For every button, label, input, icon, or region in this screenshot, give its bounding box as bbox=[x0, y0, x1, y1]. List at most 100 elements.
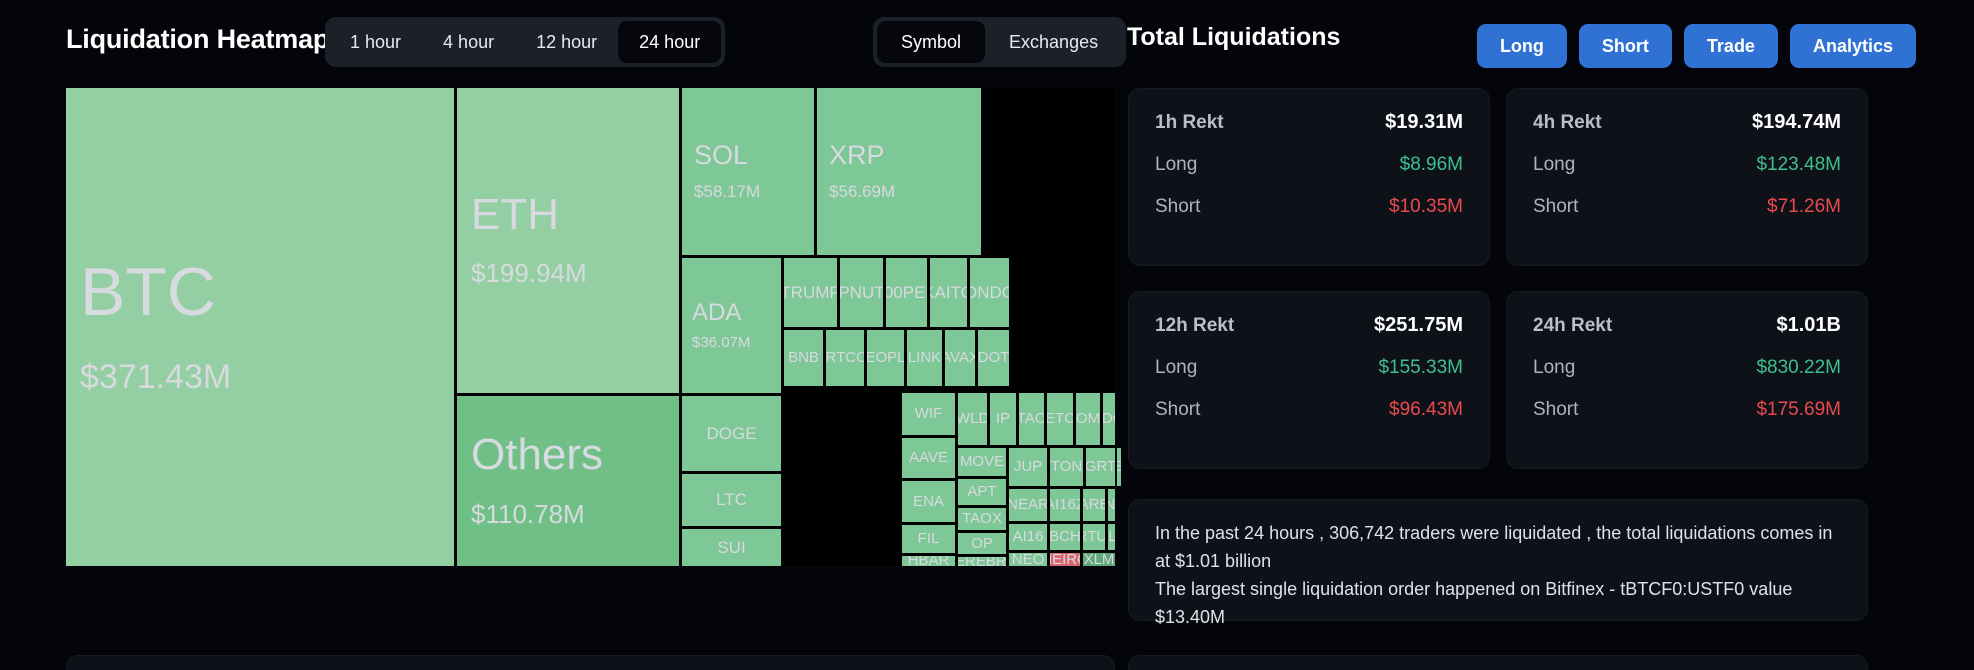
treemap-tile-etc[interactable]: ETC$3.70M bbox=[1047, 393, 1073, 445]
treemap-tile-1000pepe[interactable]: 1000PEPE$9.10M bbox=[886, 258, 927, 327]
treemap-tile-ltc[interactable]: LTC$18.30M bbox=[682, 474, 781, 526]
treemap-tile-sui[interactable]: SUI$13.90M bbox=[682, 529, 781, 566]
mode-symbol[interactable]: Symbol bbox=[877, 21, 985, 63]
tile-symbol: JUP bbox=[1014, 459, 1042, 475]
treemap-tile-apt[interactable]: APT$3.10M bbox=[958, 479, 1006, 505]
tile-symbol: TRUMP bbox=[784, 284, 837, 302]
treemap-tile-trump[interactable]: TRUMP$11.20M bbox=[784, 258, 837, 327]
treemap-tile-move[interactable]: MOVE$3.20M bbox=[958, 448, 1006, 476]
tile-symbol: ALT bbox=[1108, 529, 1115, 545]
tile-symbol: OP bbox=[971, 536, 993, 552]
treemap-tile-xrp[interactable]: XRP$56.69M bbox=[817, 88, 981, 255]
treemap-tile-sol[interactable]: SOL$58.17M bbox=[682, 88, 814, 255]
treemap-tile-wld[interactable]: WLD$4.20M bbox=[958, 393, 987, 445]
treemap-tile-fartcoin[interactable]: FARTCOIN$7.20M bbox=[826, 330, 864, 386]
treemap-tile-ena[interactable]: ENA$5.00M bbox=[902, 481, 955, 522]
treemap-tile-fil[interactable]: FIL$4.70M bbox=[902, 525, 955, 553]
treemap-tile-ai16[interactable]: AI16$1.90M bbox=[1009, 524, 1047, 550]
tile-symbol: BTC bbox=[80, 257, 440, 328]
analytics-button[interactable]: Analytics bbox=[1790, 24, 1916, 68]
treemap-tile-virtual[interactable]: VIRTUAL$1.80M bbox=[1083, 524, 1105, 550]
treemap-tile-wif[interactable]: WIF$5.60M bbox=[902, 393, 955, 435]
timeframe-selector[interactable]: 1 hour4 hour12 hour24 hour bbox=[325, 17, 725, 67]
treemap-tile-hbar[interactable]: HBAR$4.40M bbox=[902, 556, 955, 566]
treemap-tile-neiro[interactable]: NEIRO$1.65M bbox=[1050, 553, 1080, 566]
treemap-tile-ldo[interactable]: LDO$3.40M bbox=[1103, 393, 1115, 445]
stat-card-4h: 4h Rekt$194.74MLong$123.48MShort$71.26M bbox=[1506, 88, 1868, 266]
treemap-tile-dot[interactable]: DOT$5.90M bbox=[978, 330, 1009, 386]
stat-long-value: $155.33M bbox=[1378, 357, 1463, 379]
liquidation-treemap[interactable]: BTC$371.43METH$199.94MOthers$110.78M SOL$… bbox=[66, 88, 1115, 566]
treemap-tile-taox[interactable]: TAOX$2.90M bbox=[958, 508, 1006, 530]
treemap-tile-inj[interactable]: INJ$1.95M bbox=[1108, 489, 1115, 521]
stat-long-label: Long bbox=[1155, 154, 1197, 176]
long-button[interactable]: Long bbox=[1477, 24, 1567, 68]
stat-short-value: $71.26M bbox=[1767, 196, 1841, 218]
treemap-tile-avax[interactable]: AVAX$6.20M bbox=[945, 330, 975, 386]
treemap-tile-pnut[interactable]: PNUT$9.80M bbox=[840, 258, 883, 327]
treemap-tile-near[interactable]: NEAR$2.20M bbox=[1009, 489, 1047, 521]
app-header: Liquidation Heatmap 1 hour4 hour12 hour2… bbox=[0, 0, 1974, 84]
tile-symbol: AAVE bbox=[909, 450, 948, 466]
stat-total-row: 4h Rekt$194.74M bbox=[1533, 111, 1841, 134]
stat-short-value: $10.35M bbox=[1389, 196, 1463, 218]
treemap-tile-bnb[interactable]: BNB$7.60M bbox=[784, 330, 823, 386]
tile-symbol: INJ bbox=[1108, 497, 1115, 513]
tile-symbol: TAO bbox=[1019, 411, 1044, 427]
treemap-tile-neo[interactable]: NEO$1.70M bbox=[1009, 553, 1047, 566]
treemap-tile-others[interactable]: Others$110.78M bbox=[457, 396, 679, 566]
treemap-tile-jup[interactable]: JUP$2.60M bbox=[1009, 448, 1047, 486]
tile-symbol: NEO bbox=[1012, 553, 1045, 566]
treemap-tile-doge[interactable]: DOGE$25.10M bbox=[682, 396, 781, 471]
treemap-tile-eth[interactable]: ETH$199.94M bbox=[457, 88, 679, 393]
tile-symbol: ONDO bbox=[970, 284, 1009, 302]
treemap-tile-ondo[interactable]: ONDO$8.10M bbox=[970, 258, 1009, 327]
tile-symbol: ARB bbox=[1083, 497, 1105, 513]
treemap-tile-om[interactable]: OM$3.50M bbox=[1076, 393, 1100, 445]
treemap-tile-tao[interactable]: TAO$3.90M bbox=[1019, 393, 1044, 445]
mode-exchanges[interactable]: Exchanges bbox=[985, 21, 1122, 63]
summary-line-2: The largest single liquidation order hap… bbox=[1155, 576, 1841, 632]
short-button[interactable]: Short bbox=[1579, 24, 1672, 68]
treemap-tile-kaito[interactable]: KAITO$8.40M bbox=[930, 258, 967, 327]
treemap-tile-ai16z[interactable]: AI16Z$2.10M bbox=[1050, 489, 1080, 521]
timeframe-1-hour[interactable]: 1 hour bbox=[329, 21, 422, 63]
tile-symbol: LTC bbox=[716, 491, 747, 509]
treemap-tile-people[interactable]: PEOPLE$6.90M bbox=[867, 330, 904, 386]
treemap-tile-grt[interactable]: GRT$2.40M bbox=[1086, 448, 1115, 486]
grouping-mode-selector[interactable]: SymbolExchanges bbox=[873, 17, 1126, 67]
treemap-tile-arb[interactable]: ARB$2.00M bbox=[1083, 489, 1105, 521]
tile-symbol: BCH bbox=[1050, 529, 1080, 545]
stat-short-value: $96.43M bbox=[1389, 399, 1463, 421]
bottom-panel-left bbox=[66, 655, 1115, 670]
tile-symbol: TAOX bbox=[962, 511, 1002, 527]
stat-card-12h: 12h Rekt$251.75MLong$155.33MShort$96.43M bbox=[1128, 291, 1490, 469]
treemap-tile-bch[interactable]: BCH$1.85M bbox=[1050, 524, 1080, 550]
tile-symbol: HBAR bbox=[908, 556, 950, 566]
stat-total-value: $19.31M bbox=[1385, 111, 1463, 134]
stat-short-row: Short$175.69M bbox=[1533, 399, 1841, 421]
timeframe-12-hour[interactable]: 12 hour bbox=[515, 21, 618, 63]
tile-symbol: NEIRO bbox=[1050, 553, 1080, 566]
treemap-tile-s[interactable]: S$2.30M bbox=[1117, 448, 1121, 486]
treemap-tile-ada[interactable]: ADA$36.07M bbox=[682, 258, 781, 393]
tile-value: $110.78M bbox=[471, 499, 665, 530]
treemap-tile-op[interactable]: OP$2.80M bbox=[958, 533, 1006, 554]
stat-card-1h: 1h Rekt$19.31MLong$8.96MShort$10.35M bbox=[1128, 88, 1490, 266]
treemap-tile-aave[interactable]: AAVE$5.30M bbox=[902, 438, 955, 478]
treemap-tile-link[interactable]: LINK$6.50M bbox=[907, 330, 942, 386]
treemap-tile-btc[interactable]: BTC$371.43M bbox=[66, 88, 454, 566]
timeframe-4-hour[interactable]: 4 hour bbox=[422, 21, 515, 63]
treemap-tile-xlm[interactable]: XLM$1.60M bbox=[1083, 553, 1115, 566]
treemap-tile-ip[interactable]: IP$4.00M bbox=[990, 393, 1016, 445]
stat-long-label: Long bbox=[1533, 357, 1575, 379]
treemap-tile-zerebro[interactable]: ZEREBRO$2.70M bbox=[958, 557, 1006, 566]
treemap-tile-alt[interactable]: ALT$1.75M bbox=[1108, 524, 1115, 550]
tile-symbol: NEAR bbox=[1009, 497, 1047, 513]
stat-card-24h: 24h Rekt$1.01BLong$830.22MShort$175.69M bbox=[1506, 291, 1868, 469]
stat-total-row: 1h Rekt$19.31M bbox=[1155, 111, 1463, 134]
timeframe-24-hour[interactable]: 24 hour bbox=[618, 21, 721, 63]
tile-value: $56.69M bbox=[829, 182, 969, 202]
trade-button[interactable]: Trade bbox=[1684, 24, 1778, 68]
treemap-tile-ton[interactable]: TON$2.50M bbox=[1050, 448, 1083, 486]
